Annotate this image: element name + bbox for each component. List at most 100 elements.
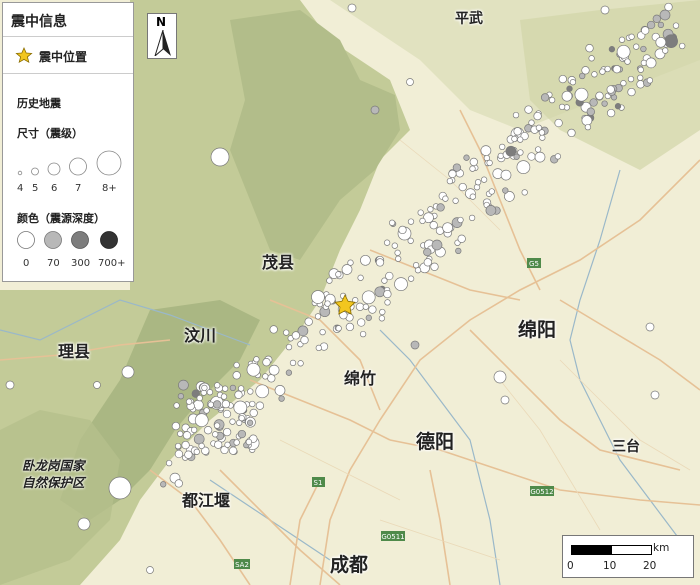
earthquake-marker [659,9,671,21]
legend-size-7 [69,157,87,176]
earthquake-marker [228,446,238,455]
earthquake-marker [469,157,478,167]
earthquake-marker [646,20,656,30]
earthquake-marker [430,262,439,271]
earthquake-marker [620,80,627,87]
earthquake-marker [516,160,531,174]
earthquake-marker [160,481,167,488]
earthquake-marker [511,135,518,143]
earthquake-marker [458,182,467,192]
earthquake-marker [538,129,546,136]
earthquake-marker [500,169,512,181]
earthquake-marker [210,147,230,167]
earthquake-marker [657,21,665,29]
scale-tick: 10 [603,560,617,572]
earthquake-marker [394,249,401,256]
earthquake-marker [455,247,462,255]
earthquake-marker [499,143,506,151]
place-label-wolong-reserve: 卧龙岗国家 自然保护区 [22,457,85,491]
legend-size-8plus [96,150,122,176]
earthquake-marker [324,300,331,307]
earthquake-marker [527,152,536,161]
earthquake-marker [423,258,432,267]
earthquake-marker [237,429,247,439]
earthquake-marker [567,128,576,138]
earthquake-marker [375,258,385,267]
earthquake-marker [618,36,626,43]
earthquake-marker [171,421,181,431]
place-label-santai: 三台 [612,439,640,455]
earthquake-marker [463,154,470,161]
earthquake-marker [220,393,228,400]
earthquake-marker [269,325,278,334]
earthquake-marker [383,289,392,299]
place-label-wenchuan: 汶川 [184,326,217,345]
earthquake-marker [185,398,193,405]
earthquake-marker [457,216,464,224]
earthquake-marker [586,107,595,116]
road-label-g0511: G0511 [381,533,404,541]
earthquake-marker [513,153,520,160]
earthquake-marker [379,308,386,316]
legend-epicenter-star-icon [15,47,33,64]
earthquake-marker [245,438,253,446]
earthquake-marker [517,136,524,143]
earthquake-marker [641,26,650,35]
earthquake-marker [539,134,546,141]
legend-size-6 [47,162,61,176]
place-label-maoxian: 茂县 [262,253,295,272]
earthquake-marker [335,271,342,278]
road-label-s1: S1 [314,479,323,487]
earthquake-marker [627,75,635,83]
legend-depth-70 [44,231,62,249]
road-label-g5: G5 [529,260,539,268]
earthquake-marker [554,153,562,160]
earthquake-marker [646,77,654,84]
earthquake-marker [429,221,438,230]
earthquake-marker [357,318,366,327]
earthquake-marker [247,388,254,395]
earthquake-marker [457,234,466,243]
earthquake-marker [233,400,248,415]
scale-tick: 20 [643,560,657,572]
earthquake-marker [664,34,678,49]
earthquake-marker [595,91,604,100]
earthquake-marker [614,103,622,110]
earthquake-marker [262,373,269,380]
legend-depth-0 [17,231,35,249]
legend-size-heading: 尺寸（震级） [17,127,83,140]
earthquake-marker [212,400,222,409]
earthquake-marker [253,356,260,363]
earthquake-marker [341,264,353,275]
earthquake-marker [398,225,407,235]
earthquake-marker [600,5,610,15]
earthquake-marker [627,87,636,97]
earthquake-marker [234,390,243,399]
earthquake-marker [378,315,386,322]
earthquake-marker [558,103,566,111]
earthquake-marker [391,242,398,249]
earthquake-marker [679,42,686,50]
earthquake-marker [268,364,280,376]
earthquake-marker [381,277,388,284]
earthquake-marker [146,566,154,574]
legend-depth-tick: 700+ [98,258,126,269]
legend-size-tick: 5 [32,183,39,194]
legend-size-4 [17,170,23,176]
earthquake-marker [628,33,635,40]
scale-bar: km 0 10 20 [562,535,694,578]
earthquake-marker [558,74,567,84]
earthquake-marker [255,384,270,399]
scale-unit: km [653,542,670,554]
earthquake-marker [406,78,414,86]
earthquake-marker [394,277,408,291]
earthquake-marker [554,118,563,128]
legend-epicenter-label: 震中位置 [39,50,88,64]
earthquake-marker [246,362,261,377]
legend-depth-tick: 0 [23,258,30,269]
place-label-mianzhu: 绵竹 [344,369,377,388]
earthquake-marker [198,442,205,450]
earthquake-marker [361,290,376,305]
earthquake-marker [486,159,493,167]
earthquake-marker [278,395,285,402]
